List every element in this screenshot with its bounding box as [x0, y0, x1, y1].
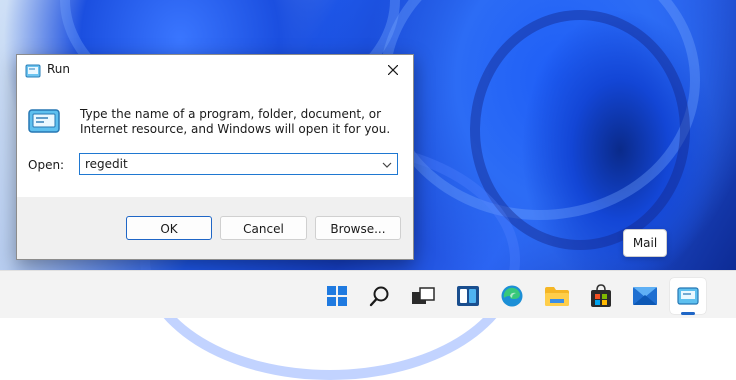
folder-icon	[545, 287, 569, 306]
dialog-title: Run	[47, 62, 71, 76]
title-bar[interactable]: Run	[17, 55, 413, 85]
run-program-icon	[28, 109, 60, 133]
ok-button[interactable]: OK	[126, 216, 212, 240]
open-input[interactable]	[85, 156, 375, 172]
task-view-button[interactable]	[405, 278, 441, 314]
open-label: Open:	[28, 158, 64, 172]
cancel-button[interactable]: Cancel	[220, 216, 307, 240]
file-explorer-button[interactable]	[539, 278, 575, 314]
close-icon	[388, 65, 398, 75]
store-icon	[591, 284, 611, 307]
search-icon	[369, 286, 389, 307]
mail-icon	[633, 287, 657, 305]
open-combobox[interactable]	[79, 153, 398, 175]
windows-logo-icon	[327, 286, 347, 306]
mail-button[interactable]	[627, 278, 663, 314]
run-taskbar-button[interactable]	[670, 278, 706, 315]
edge-icon	[501, 285, 523, 307]
widgets-icon	[457, 286, 479, 306]
store-button[interactable]	[583, 278, 619, 314]
task-view-icon	[412, 287, 435, 304]
start-button[interactable]	[319, 278, 355, 314]
run-icon	[677, 287, 699, 305]
dialog-button-area: OK Cancel Browse...	[17, 197, 413, 259]
close-button[interactable]	[373, 55, 413, 85]
chevron-down-icon[interactable]	[380, 157, 394, 171]
active-indicator	[681, 312, 695, 315]
search-button[interactable]	[362, 278, 398, 314]
mail-tooltip: Mail	[623, 229, 667, 257]
widgets-button[interactable]	[450, 278, 486, 314]
edge-button[interactable]	[494, 278, 530, 314]
browse-button[interactable]: Browse...	[315, 216, 401, 240]
run-dialog: Run Type the name of a program, folder, …	[16, 54, 414, 260]
dialog-message: Type the name of a program, folder, docu…	[80, 107, 391, 136]
open-label-text: Open:	[28, 158, 65, 172]
run-icon	[25, 63, 41, 78]
taskbar	[0, 270, 736, 318]
